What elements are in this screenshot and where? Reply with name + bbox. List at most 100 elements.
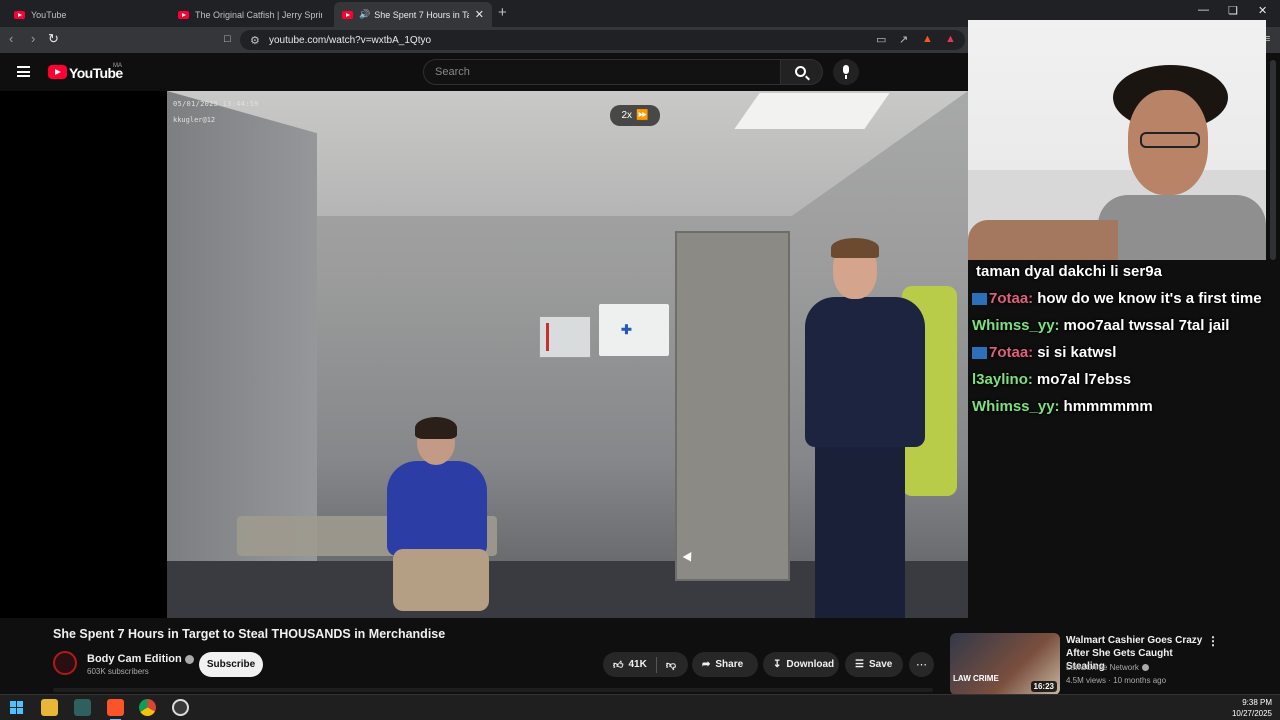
like-count[interactable]: 41K: [628, 659, 646, 670]
tab-label: She Spent 7 Hours in Target t: [374, 9, 469, 20]
download-label: Download: [786, 659, 835, 670]
like-dislike-group: 👍︎ 41K 👎︎: [603, 652, 688, 677]
description-box[interactable]: [53, 688, 933, 692]
video-title: She Spent 7 Hours in Target to Steal THO…: [53, 627, 446, 641]
obs-icon[interactable]: [172, 699, 189, 716]
subscribe-button[interactable]: Subscribe: [199, 652, 263, 677]
windows-start-icon[interactable]: [8, 699, 25, 716]
scene-wall-cabinet: [539, 316, 591, 358]
channel-name-text: Body Cam Edition: [87, 653, 182, 665]
chat-badge-icon: [972, 347, 987, 360]
chat-username: 7otaa:: [989, 344, 1034, 361]
search-icon: [795, 66, 806, 77]
recommended-meta: 4.5M views · 10 months ago: [1066, 676, 1167, 685]
fast-forward-icon: ⏩: [636, 110, 649, 121]
video-player[interactable]: ✚ 05/01/2025 13:44:59 kkugler@12 2x ⏩: [0, 91, 968, 618]
youtube-favicon-icon: [14, 10, 25, 19]
bodycam-timestamp: 05/01/2025 13:44:59: [173, 100, 259, 108]
chat-message: Whimss_yy: hmmmmmm: [972, 393, 1272, 420]
share-label: Share: [715, 659, 744, 670]
video-duration: 16:23: [1030, 681, 1057, 692]
youtube-favicon-icon: [342, 10, 353, 19]
bookmark-icon[interactable]: □: [224, 33, 231, 45]
forward-icon[interactable]: ›: [31, 31, 35, 46]
verified-icon: [1141, 664, 1149, 672]
share-page-icon[interactable]: ↗: [899, 33, 908, 46]
more-actions-icon[interactable]: ⋯: [909, 652, 934, 677]
scene-ceiling-light: [734, 93, 890, 129]
bodycam-device-id: kkugler@12: [173, 116, 216, 124]
system-clock[interactable]: 9:38 PM 10/27/2025: [1232, 697, 1272, 719]
tab-jerry-springer[interactable]: The Original Catfish | Jerry Springer: [170, 2, 330, 27]
chat-message: Whimss_yy: moo7aal twssal 7tal jail: [972, 312, 1272, 339]
cast-icon[interactable]: ▭: [876, 33, 886, 46]
video-frame[interactable]: ✚ 05/01/2025 13:44:59 kkugler@12: [167, 91, 968, 618]
close-window-icon[interactable]: ✕: [1258, 4, 1267, 17]
brave-shields-icon[interactable]: ▲: [922, 33, 933, 45]
recommended-menu-icon[interactable]: ⋮: [1207, 634, 1219, 648]
download-button[interactable]: ↧ Download: [763, 652, 839, 677]
app-icon[interactable]: [74, 699, 91, 716]
scene-first-aid-box: ✚: [599, 304, 669, 356]
chat-message: taman dyal dakchi li ser9a: [972, 258, 1272, 285]
thumbnail-logo-text: LAW CRIME: [953, 674, 999, 683]
tab-current-video[interactable]: 🔊 She Spent 7 Hours in Target t ✕: [334, 2, 492, 27]
channel-name[interactable]: Body Cam Edition: [87, 653, 194, 665]
subscriber-count: 603K subscribers: [87, 667, 149, 676]
share-icon: ➦: [702, 659, 711, 670]
tab-close-icon[interactable]: ✕: [475, 8, 484, 21]
divider: [655, 656, 657, 673]
download-icon: ↧: [773, 659, 782, 670]
channel-avatar[interactable]: [53, 651, 77, 675]
back-icon[interactable]: ‹: [9, 31, 13, 46]
chat-username: l3aylino:: [972, 371, 1033, 388]
save-label: Save: [868, 659, 893, 670]
new-tab-icon[interactable]: +: [498, 4, 507, 21]
chat-text: hmmmmmm: [1063, 398, 1153, 415]
tab-youtube[interactable]: YouTube: [6, 2, 166, 27]
minimize-icon[interactable]: —: [1198, 4, 1209, 16]
stream-chat-overlay: taman dyal dakchi li ser9a 7otaa: how do …: [972, 258, 1272, 478]
menu-icon[interactable]: [17, 66, 30, 77]
playback-speed-badge: 2x ⏩: [610, 105, 660, 126]
address-bar[interactable]: ⚙ youtube.com/watch?v=wxtbA_1Qtyo: [240, 30, 965, 50]
clock-time: 9:38 PM: [1242, 698, 1272, 707]
verified-icon: [184, 654, 194, 664]
page-scrollbar[interactable]: [1270, 60, 1276, 260]
windows-taskbar: 9:38 PM 10/27/2025: [0, 694, 1280, 720]
medical-cross-icon: ✚: [621, 322, 632, 337]
clock-date: 10/27/2025: [1231, 709, 1272, 718]
file-explorer-icon[interactable]: [41, 699, 58, 716]
chrome-icon[interactable]: [139, 699, 156, 716]
recommended-thumbnail[interactable]: LAW CRIME 16:23: [950, 633, 1060, 695]
like-icon[interactable]: 👍︎: [613, 659, 623, 671]
youtube-header: YouTube MA: [0, 53, 968, 91]
chat-text: mo7al l7ebss: [1036, 371, 1132, 388]
speed-label: 2x: [621, 110, 633, 121]
chat-message: 7otaa: si si katwsl: [972, 339, 1272, 366]
brave-rewards-icon[interactable]: ▲: [945, 33, 956, 45]
site-info-icon[interactable]: ⚙: [250, 34, 260, 47]
chat-username: 7otaa:: [989, 290, 1034, 307]
search-button[interactable]: [781, 59, 823, 85]
dislike-icon[interactable]: 👎︎: [666, 659, 676, 671]
search-input[interactable]: [435, 66, 765, 78]
chat-username: Whimss_yy:: [972, 398, 1060, 415]
reload-icon[interactable]: ↻: [48, 31, 59, 47]
share-button[interactable]: ➦ Share: [692, 652, 758, 677]
speaker-icon: 🔊: [359, 9, 371, 19]
recommended-channel[interactable]: Law&Crime Network: [1066, 663, 1149, 672]
restore-icon[interactable]: ❏: [1228, 4, 1238, 17]
save-button[interactable]: ☰ Save: [845, 652, 903, 677]
chat-badge-icon: [972, 293, 987, 306]
screen: YouTube The Original Catfish | Jerry Spr…: [0, 0, 1280, 720]
brave-browser-icon[interactable]: [107, 699, 124, 720]
glasses-icon: [1140, 132, 1200, 148]
country-code: MA: [113, 63, 122, 69]
youtube-logo-icon[interactable]: [48, 65, 67, 79]
chat-text: how do we know it's a first time: [1037, 290, 1262, 307]
scene-door: [675, 231, 790, 581]
voice-search-icon[interactable]: [833, 59, 859, 85]
chat-message: 7otaa: how do we know it's a first time: [972, 285, 1272, 312]
scene-seated-woman: [375, 417, 495, 611]
